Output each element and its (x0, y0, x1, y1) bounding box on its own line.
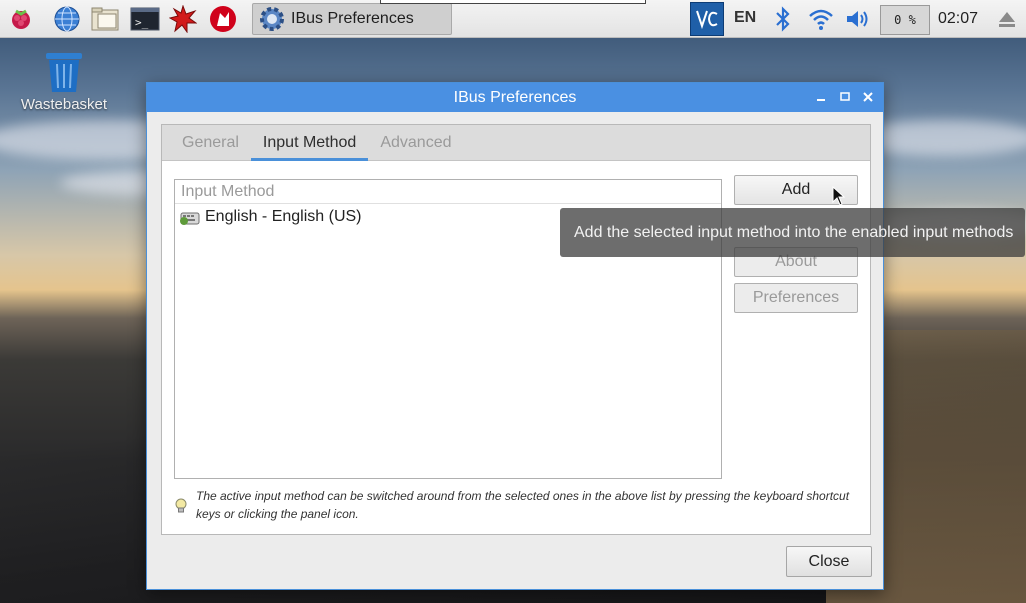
taskbar: >_ IBus Preferences EN 0 % 02:07 (0, 0, 1026, 38)
tab-bar: General Input Method Advanced (162, 125, 870, 161)
taskbar-progress-indicator (380, 0, 646, 4)
terminal-icon[interactable]: >_ (130, 4, 160, 34)
wastebasket-desktop-icon[interactable]: Wastebasket (18, 50, 110, 113)
gear-icon (257, 4, 287, 34)
mouse-cursor-icon (832, 185, 846, 211)
math-kernel-icon[interactable] (168, 4, 198, 34)
bluetooth-icon[interactable] (768, 4, 798, 34)
svg-text:>_: >_ (135, 16, 149, 29)
file-manager-icon[interactable] (90, 4, 120, 34)
maximize-icon[interactable] (837, 89, 853, 105)
wolfram-icon[interactable] (208, 4, 238, 34)
clock[interactable]: 02:07 (938, 10, 978, 28)
keyboard-icon (179, 208, 201, 226)
add-button-tooltip: Add the selected input method into the e… (560, 208, 1025, 257)
minimize-icon[interactable] (813, 89, 829, 105)
tab-input-method[interactable]: Input Method (250, 125, 369, 161)
taskbar-window-title: IBus Preferences (291, 10, 414, 27)
preferences-button[interactable]: Preferences (734, 283, 858, 313)
close-icon[interactable] (860, 89, 876, 105)
close-button[interactable]: Close (786, 546, 872, 577)
cpu-usage-monitor[interactable]: 0 % (880, 5, 930, 35)
wastebasket-label: Wastebasket (20, 96, 108, 113)
raspberry-menu-icon[interactable] (6, 4, 36, 34)
tab-advanced[interactable]: Advanced (368, 125, 463, 161)
list-item-label: English - English (US) (205, 208, 362, 225)
window-title: IBus Preferences (453, 88, 577, 106)
input-language-indicator[interactable]: EN (734, 9, 756, 27)
window-titlebar[interactable]: IBus Preferences (147, 83, 883, 112)
hint-text: The active input method can be switched … (196, 489, 850, 521)
ibus-preferences-window: IBus Preferences General Input Method Ad… (146, 82, 884, 590)
volume-icon[interactable] (843, 4, 873, 34)
tab-general[interactable]: General (170, 125, 251, 161)
lightbulb-icon (174, 497, 190, 523)
hint-message: The active input method can be switched … (174, 487, 854, 523)
taskbar-window-button[interactable]: IBus Preferences (252, 3, 452, 35)
list-column-header[interactable]: Input Method (175, 180, 721, 204)
vnc-icon[interactable] (690, 2, 724, 36)
eject-icon[interactable] (992, 4, 1022, 34)
globe-icon[interactable] (52, 4, 82, 34)
preferences-notebook: General Input Method Advanced Input Meth… (161, 124, 871, 535)
trash-icon (18, 50, 110, 94)
wifi-icon[interactable] (806, 4, 836, 34)
